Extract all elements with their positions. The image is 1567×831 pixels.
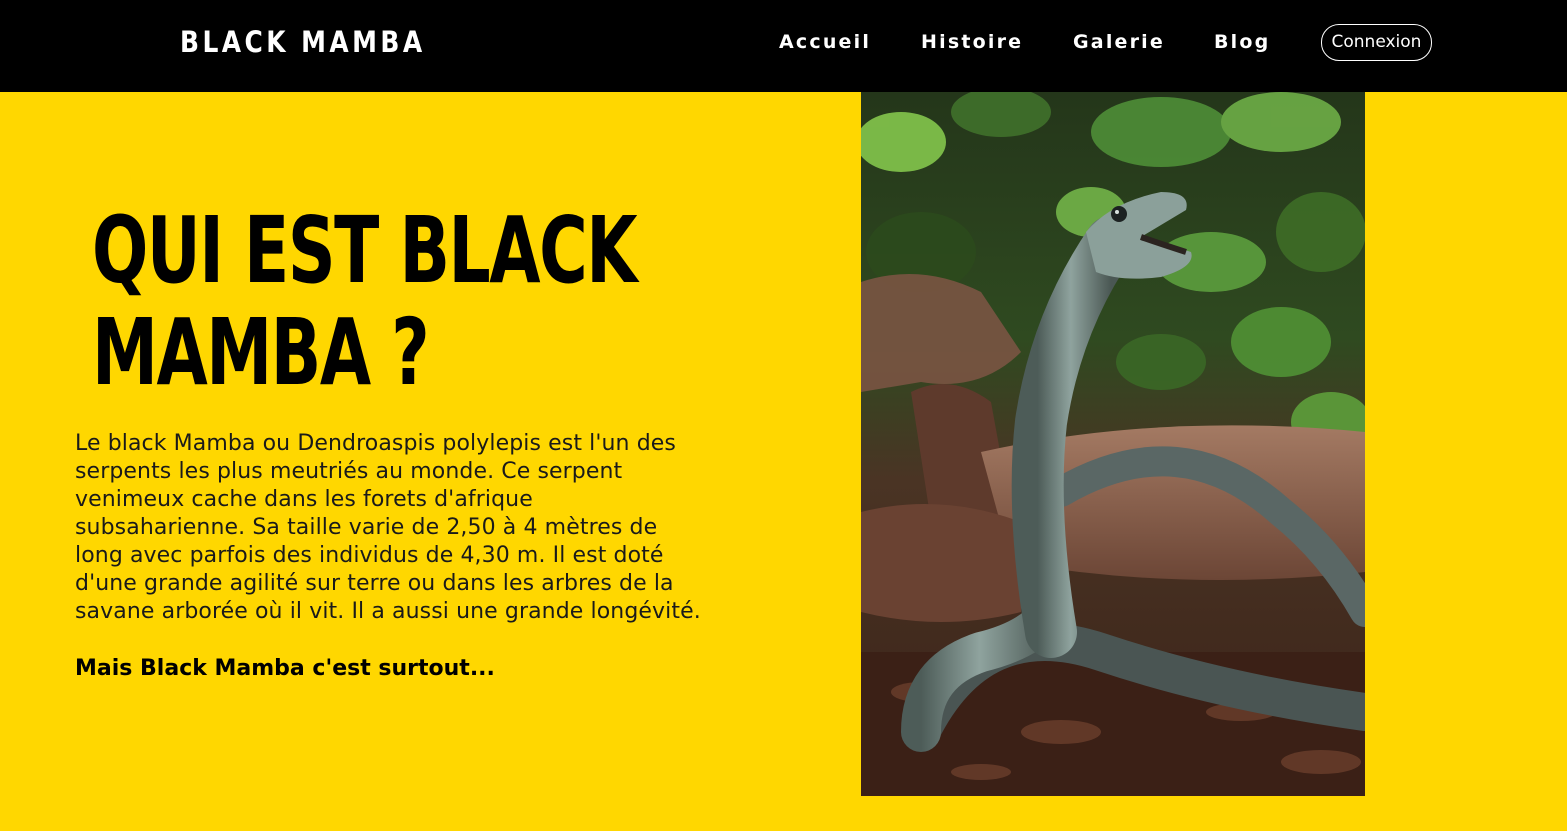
top-navbar: BLACK MAMBA Accueil Histoire Galerie Blo… <box>0 0 1567 92</box>
hero-title-line2: MAMBA ? <box>92 299 430 406</box>
brand-logo[interactable]: BLACK MAMBA <box>180 22 426 62</box>
nav-link-galerie[interactable]: Galerie <box>1073 28 1165 56</box>
login-button[interactable]: Connexion <box>1321 24 1432 61</box>
nav-link-blog[interactable]: Blog <box>1214 28 1270 56</box>
nav-link-histoire[interactable]: Histoire <box>921 28 1023 56</box>
hero-title: QUI EST BLACK MAMBA ? <box>92 200 638 406</box>
hero-title-line1: QUI EST BLACK <box>92 197 638 304</box>
black-mamba-snake-photo-icon <box>861 92 1365 796</box>
hero-emphasis: Mais Black Mamba c'est surtout... <box>75 656 495 681</box>
snake-photo <box>861 92 1365 796</box>
hero-paragraph: Le black Mamba ou Dendroaspis polylepis … <box>75 431 701 624</box>
nav-link-accueil[interactable]: Accueil <box>779 28 871 56</box>
